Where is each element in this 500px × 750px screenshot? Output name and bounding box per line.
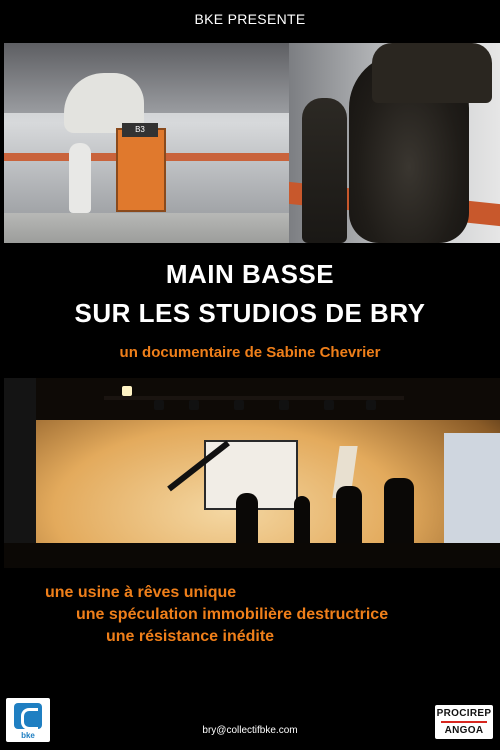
hallway-floor — [4, 213, 304, 243]
spotlight — [234, 400, 244, 410]
procirep-label: PROCIREP — [436, 708, 492, 719]
tagline-1: une usine à rêves unique — [45, 584, 237, 601]
presenter-credit: BKE PRESENTE — [194, 11, 306, 27]
studio-pillar — [4, 378, 36, 568]
tagline-3: une résistance inédite — [106, 628, 275, 645]
crew-silhouette — [236, 493, 258, 548]
tagline-2: une spéculation immobilière destructrice — [76, 606, 389, 623]
bottom-photo-film-studio — [4, 378, 500, 568]
spotlight — [154, 400, 164, 410]
lighting-rig — [104, 396, 404, 400]
title-line-2: SUR LES STUDIOS DE BRY — [74, 298, 426, 328]
crew-silhouette — [336, 486, 362, 548]
spotlight — [366, 400, 376, 410]
title-line-1: MAIN BASSE — [165, 259, 335, 289]
hallway-ceiling — [4, 43, 304, 113]
studio-floor — [4, 543, 500, 568]
door-sign: B3 — [122, 123, 158, 137]
crew-silhouette — [384, 478, 414, 548]
spotlight — [189, 400, 199, 410]
egyptian-statue-crown — [372, 43, 492, 103]
angoa-label: ANGOA — [444, 725, 484, 736]
contact-email: bry@collectifbke.com — [202, 725, 298, 736]
studio-curtain — [444, 433, 500, 543]
white-statue — [69, 143, 91, 213]
spotlight — [279, 400, 289, 410]
egyptian-statue-small — [302, 98, 347, 243]
procirep-angoa-logo: PROCIREP ANGOA — [435, 705, 493, 739]
subtitle: un documentaire de Sabine Chevrier — [119, 344, 381, 361]
crew-silhouette — [294, 496, 310, 546]
orange-door — [116, 128, 166, 212]
top-photo-studio-hallway: B3 — [4, 43, 500, 243]
spotlight — [324, 400, 334, 410]
spotlight — [122, 386, 132, 396]
logo-divider — [441, 721, 487, 723]
